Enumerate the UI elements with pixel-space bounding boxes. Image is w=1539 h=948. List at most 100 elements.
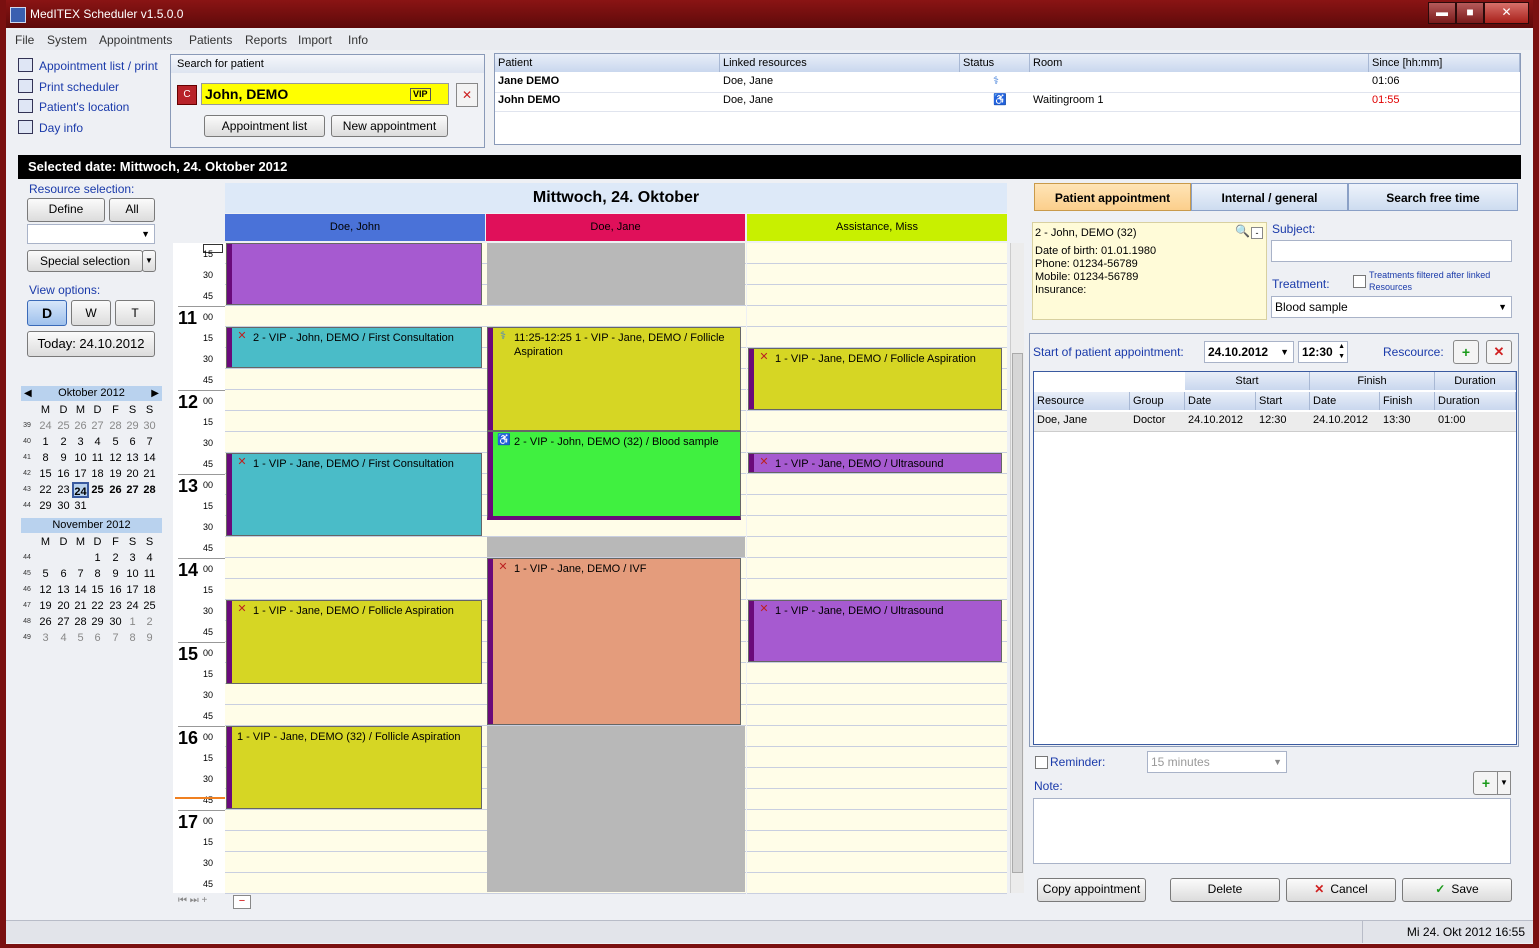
minimize-button[interactable]: ▬ bbox=[1428, 2, 1456, 24]
calendar-day[interactable]: 1 bbox=[124, 614, 141, 630]
calendar-day[interactable]: 17 bbox=[72, 466, 89, 482]
quicklink-print-scheduler[interactable]: Print scheduler bbox=[18, 79, 119, 97]
calendar-day[interactable]: 8 bbox=[37, 450, 54, 466]
scrollbar-thumb[interactable] bbox=[1012, 353, 1023, 873]
menu-reports[interactable]: Reports bbox=[245, 33, 287, 47]
calendar-day[interactable]: 4 bbox=[141, 550, 158, 566]
all-button[interactable]: All bbox=[109, 198, 155, 222]
calendar-day[interactable]: 8 bbox=[89, 566, 106, 582]
calendar-day[interactable]: 25 bbox=[141, 598, 158, 614]
time-slot[interactable] bbox=[747, 810, 1007, 831]
time-slot[interactable] bbox=[747, 558, 1007, 579]
quicklink-appointment-list[interactable]: Appointment list / print bbox=[18, 58, 158, 76]
appointment-block[interactable]: ⚕ 11:25-12:25 1 - VIP - Jane, DEMO / Foll… bbox=[487, 327, 741, 431]
time-slot[interactable] bbox=[225, 390, 486, 411]
calendar-day[interactable]: 19 bbox=[107, 466, 124, 482]
today-button[interactable]: Today: 24.10.2012 bbox=[27, 331, 155, 357]
calendar-day[interactable]: 21 bbox=[141, 466, 158, 482]
new-appointment-button[interactable]: New appointment bbox=[331, 115, 448, 137]
time-slot[interactable] bbox=[747, 306, 1007, 327]
calendar-day[interactable]: 29 bbox=[89, 614, 106, 630]
remove-icon[interactable]: − bbox=[233, 895, 251, 909]
time-slot[interactable] bbox=[747, 684, 1007, 705]
calendar-day[interactable]: 26 bbox=[72, 418, 89, 434]
calendar-day[interactable]: 15 bbox=[89, 582, 106, 598]
calendar-day[interactable]: 6 bbox=[55, 566, 72, 582]
time-slot[interactable] bbox=[747, 747, 1007, 768]
calendar-day[interactable]: 16 bbox=[55, 466, 72, 482]
calendar-day[interactable]: 6 bbox=[89, 630, 106, 646]
calendar-day[interactable]: 23 bbox=[55, 482, 72, 498]
calendar-day[interactable]: 10 bbox=[124, 566, 141, 582]
time-slot[interactable] bbox=[225, 810, 486, 831]
calendar-day[interactable]: 1 bbox=[89, 550, 106, 566]
menu-appointments[interactable]: Appointments bbox=[99, 33, 172, 47]
calendar-day[interactable]: 13 bbox=[124, 450, 141, 466]
calendar-day[interactable]: 14 bbox=[141, 450, 158, 466]
collapse-icon[interactable]: - bbox=[1251, 227, 1263, 239]
calendar-day[interactable]: 15 bbox=[37, 466, 54, 482]
menu-import[interactable]: Import bbox=[298, 33, 332, 47]
navigator-icons[interactable]: ⏮ ⏭ + bbox=[178, 895, 207, 906]
appointment-list-button[interactable]: Appointment list bbox=[204, 115, 325, 137]
calendar-day[interactable]: 29 bbox=[37, 498, 54, 514]
time-slot[interactable] bbox=[486, 306, 746, 327]
time-slot[interactable] bbox=[747, 873, 1007, 894]
col-since[interactable]: Since [hh:mm] bbox=[1369, 54, 1520, 72]
calendar-day[interactable]: 12 bbox=[37, 582, 54, 598]
calendar-day[interactable]: 3 bbox=[72, 434, 89, 450]
calendar-day[interactable]: 18 bbox=[141, 582, 158, 598]
time-slot[interactable] bbox=[747, 831, 1007, 852]
tab-search-free-time[interactable]: Search free time bbox=[1348, 183, 1518, 211]
appointment-block[interactable]: ✕ 2 - VIP - John, DEMO / First Consultati… bbox=[226, 327, 482, 368]
calendar-day[interactable]: 31 bbox=[72, 498, 89, 514]
cancel-button[interactable]: ✕ Cancel bbox=[1286, 878, 1396, 902]
appointment-block[interactable]: ✕ 1 - VIP - Jane, DEMO / Ultrasound bbox=[748, 600, 1002, 662]
special-selection-dropdown[interactable]: ▼ bbox=[142, 250, 156, 272]
calendar-day[interactable]: 26 bbox=[37, 614, 54, 630]
define-button[interactable]: Define bbox=[27, 198, 105, 222]
calendar-day[interactable] bbox=[55, 550, 72, 566]
calendar-day[interactable]: 2 bbox=[107, 550, 124, 566]
calendar-day[interactable]: 30 bbox=[107, 614, 124, 630]
calendar-day[interactable]: 28 bbox=[141, 482, 158, 498]
calendar-day[interactable]: 23 bbox=[107, 598, 124, 614]
time-slot[interactable] bbox=[225, 684, 486, 705]
calendar-day[interactable]: 16 bbox=[107, 582, 124, 598]
filter-checkbox[interactable] bbox=[1353, 275, 1366, 288]
tab-patient-appointment[interactable]: Patient appointment bbox=[1034, 183, 1191, 211]
calendar-day[interactable]: 25 bbox=[55, 418, 72, 434]
special-selection-button[interactable]: Special selection bbox=[27, 250, 143, 272]
calendar-day[interactable]: 22 bbox=[37, 482, 54, 498]
menu-system[interactable]: System bbox=[47, 33, 87, 47]
calendar-day[interactable] bbox=[141, 498, 158, 514]
col-patient[interactable]: Patient bbox=[495, 54, 720, 72]
appointment-block[interactable]: ✕ 1 - VIP - Jane, DEMO / Follicle Aspirat… bbox=[226, 600, 482, 684]
appointment-block[interactable]: ✕ 1 - VIP - Jane, DEMO / Follicle Aspirat… bbox=[748, 348, 1002, 410]
start-date-field[interactable]: 24.10.2012 ▼ bbox=[1204, 341, 1294, 363]
prev-month-icon[interactable]: ◀ bbox=[24, 386, 32, 401]
calendar-day[interactable]: 9 bbox=[55, 450, 72, 466]
calendar-day[interactable]: 2 bbox=[141, 614, 158, 630]
calendar-day[interactable]: 21 bbox=[72, 598, 89, 614]
appointment-block[interactable] bbox=[226, 243, 482, 305]
quicklink-patients-location[interactable]: Patient's location bbox=[18, 99, 129, 117]
calendar-day[interactable]: 26 bbox=[107, 482, 124, 498]
add-resource-icon[interactable]: + bbox=[1453, 340, 1479, 364]
delete-button[interactable]: Delete bbox=[1170, 878, 1280, 902]
calendar-day[interactable]: 11 bbox=[141, 566, 158, 582]
calendar-day[interactable]: 27 bbox=[89, 418, 106, 434]
time-slot[interactable] bbox=[225, 369, 486, 390]
calendar-day[interactable]: 4 bbox=[89, 434, 106, 450]
calendar-day[interactable]: 24 bbox=[72, 482, 89, 498]
patient-search-field[interactable]: John, DEMO VIP bbox=[201, 83, 449, 105]
view-day-button[interactable]: D bbox=[27, 300, 67, 326]
calendar-day[interactable]: 29 bbox=[124, 418, 141, 434]
calendar-day[interactable]: 7 bbox=[141, 434, 158, 450]
time-slot[interactable] bbox=[225, 852, 486, 873]
column-assistance-miss[interactable] bbox=[747, 243, 1007, 894]
calendar-day[interactable]: 24 bbox=[124, 598, 141, 614]
calendar-day[interactable]: 4 bbox=[55, 630, 72, 646]
calendar-day[interactable]: 17 bbox=[124, 582, 141, 598]
search-icon[interactable]: 🔍 bbox=[1235, 225, 1250, 238]
